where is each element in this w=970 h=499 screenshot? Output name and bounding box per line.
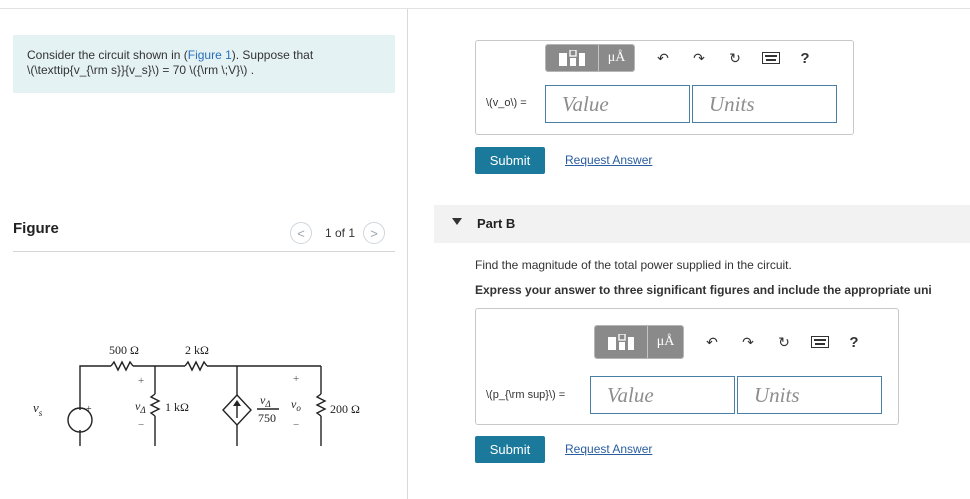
part-b-request-answer-link[interactable]: Request Answer bbox=[565, 442, 652, 456]
part-b-header[interactable]: Part B bbox=[434, 205, 970, 243]
vdelta-minus: − bbox=[138, 419, 144, 431]
source-label: vs bbox=[33, 400, 43, 418]
column-divider bbox=[407, 9, 408, 499]
undo-icon[interactable]: ↶ bbox=[652, 47, 674, 69]
help-icon[interactable]: ? bbox=[843, 331, 865, 353]
reset-icon[interactable]: ↻ bbox=[773, 331, 795, 353]
intro-text-after: ). Suppose that bbox=[231, 48, 314, 62]
intro-text-before: Consider the circuit shown in ( bbox=[27, 48, 188, 62]
intro-line: Consider the circuit shown in (Figure 1)… bbox=[27, 48, 381, 63]
prev-figure-button[interactable]: < bbox=[290, 222, 312, 244]
gain-denominator: 750 bbox=[258, 411, 276, 425]
redo-icon[interactable]: ↷ bbox=[688, 47, 710, 69]
templates-button[interactable] bbox=[546, 45, 598, 71]
top-divider bbox=[0, 8, 970, 9]
problem-intro: Consider the circuit shown in (Figure 1)… bbox=[13, 35, 395, 93]
units-button[interactable]: μÅ bbox=[598, 45, 634, 71]
vo-minus: − bbox=[293, 419, 299, 431]
undo-icon[interactable]: ↶ bbox=[701, 331, 723, 353]
vo-plus: + bbox=[293, 373, 299, 385]
part-a-value-input[interactable]: Value bbox=[545, 85, 690, 123]
next-figure-button[interactable]: > bbox=[363, 222, 386, 244]
redo-icon[interactable]: ↷ bbox=[737, 331, 759, 353]
r2k-label: 2 kΩ bbox=[185, 343, 209, 357]
part-b-units-input[interactable]: Units bbox=[737, 376, 882, 414]
part-b-toolbar-group: μÅ bbox=[594, 325, 684, 359]
part-b-submit-button[interactable]: Submit bbox=[475, 436, 545, 463]
part-a-answer-label: \(v_o\) = bbox=[486, 97, 527, 109]
part-b-prompt: Find the magnitude of the total power su… bbox=[475, 258, 792, 272]
figure-heading: Figure bbox=[13, 220, 59, 237]
vo-label: vo bbox=[291, 397, 301, 413]
part-a-toolbar-group: μÅ bbox=[545, 44, 635, 72]
part-a-units-input[interactable]: Units bbox=[692, 85, 837, 123]
part-b-value-input[interactable]: Value bbox=[590, 376, 735, 414]
figure-pager: < 1 of 1 > bbox=[290, 222, 386, 244]
reset-icon[interactable]: ↻ bbox=[724, 47, 746, 69]
r1k-label: 1 kΩ bbox=[165, 400, 189, 414]
gain-numerator: vΔ bbox=[260, 393, 271, 409]
figure-rule bbox=[13, 251, 395, 252]
vdelta-label: vΔ bbox=[135, 399, 146, 415]
part-b-title: Part B bbox=[477, 216, 516, 231]
part-b-instruction: Express your answer to three significant… bbox=[475, 283, 932, 297]
templates-icon bbox=[559, 50, 585, 66]
part-b-toolbar: μÅ ↶ ↷ ↻ ? bbox=[594, 325, 865, 359]
part-a-request-answer-link[interactable]: Request Answer bbox=[565, 153, 652, 167]
figure-count: 1 of 1 bbox=[325, 226, 356, 240]
figure-link[interactable]: Figure 1 bbox=[188, 48, 232, 62]
r200-label: 200 Ω bbox=[330, 402, 360, 416]
help-icon[interactable]: ? bbox=[794, 47, 816, 69]
units-button[interactable]: μÅ bbox=[647, 326, 683, 358]
part-a-toolbar: μÅ ↶ ↷ ↻ ? bbox=[545, 44, 816, 72]
intro-math-line: \(\texttip{v_{\rm s}}{v_s}\) = 70 \({\rm… bbox=[27, 63, 255, 77]
templates-icon bbox=[608, 334, 634, 350]
keyboard-icon[interactable] bbox=[760, 47, 782, 69]
part-b-answer-label: \(p_{\rm sup}\) = bbox=[486, 389, 566, 401]
templates-button[interactable] bbox=[595, 326, 647, 358]
keyboard-icon[interactable] bbox=[809, 331, 831, 353]
part-a-submit-button[interactable]: Submit bbox=[475, 147, 545, 174]
r500-label: 500 Ω bbox=[109, 343, 139, 357]
source-plus: + bbox=[86, 404, 92, 415]
circuit-diagram: + vs 500 Ω 2 kΩ + vΔ 1 kΩ − vΔ 750 + vo … bbox=[33, 343, 360, 446]
collapse-arrow-icon[interactable] bbox=[452, 218, 462, 225]
vdelta-plus: + bbox=[138, 375, 144, 387]
